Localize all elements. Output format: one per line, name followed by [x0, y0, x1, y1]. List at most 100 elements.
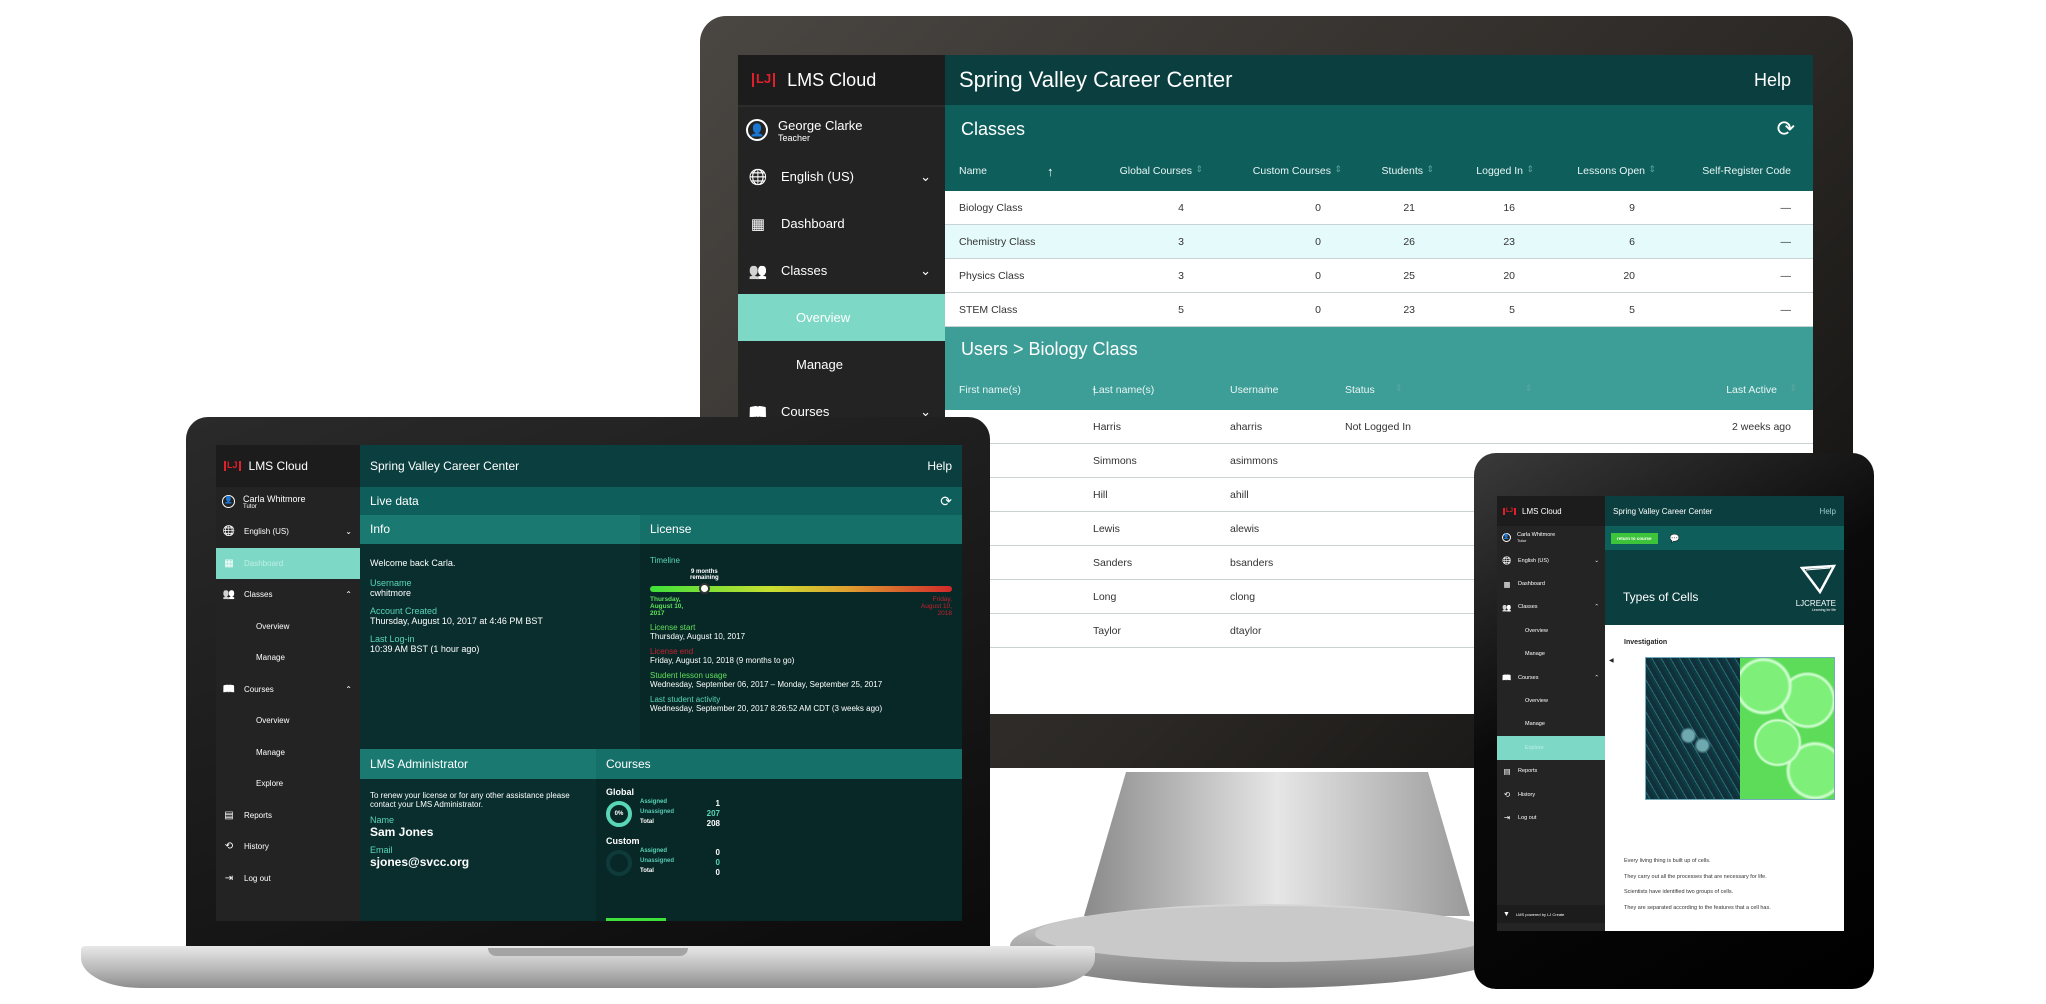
- chevron-up-icon[interactable]: ⌃: [1594, 675, 1599, 681]
- sidebar-item-overview[interactable]: Overview: [1497, 619, 1605, 642]
- column-header[interactable]: Lessons Open: [1577, 165, 1645, 177]
- sidebar-item-manage[interactable]: Manage: [1497, 713, 1605, 736]
- table-cell: 3: [1178, 236, 1184, 248]
- sort-icon[interactable]: ⇕: [1195, 164, 1203, 175]
- admin-email[interactable]: sjones@svcc.org: [370, 855, 586, 869]
- chevron-down-icon[interactable]: ⌄: [345, 527, 352, 536]
- user-profile[interactable]: 👤 George Clarke Teacher: [738, 105, 945, 153]
- license-field: License start Thursday, August 10, 2017: [650, 623, 952, 641]
- table-cell: STEM Class: [959, 304, 1018, 316]
- remaining-label: 9 months remaining: [690, 569, 719, 581]
- sidebar-item-reports[interactable]: ▤ Reports: [1497, 760, 1605, 783]
- sidebar-item-english-us[interactable]: 🌐 English (US) ⌄: [216, 516, 360, 548]
- sidebar-item-label: Classes: [1518, 604, 1538, 611]
- sidebar-item-label: Overview: [796, 310, 851, 325]
- sidebar-item-courses[interactable]: 📖 Courses ⌃: [216, 674, 360, 706]
- column-header[interactable]: Name: [959, 165, 987, 177]
- sort-icon[interactable]: ⇕: [1526, 164, 1534, 175]
- return-to-course-button[interactable]: return to course: [1611, 532, 1658, 544]
- chevron-up-icon[interactable]: ⌃: [1594, 604, 1599, 610]
- table-row[interactable]: Harris aharris Not Logged In 2 weeks ago: [945, 410, 1813, 444]
- sidebar-item-history[interactable]: ⟲ History: [1497, 783, 1605, 806]
- table-cell: 9: [1629, 202, 1635, 214]
- column-header[interactable]: Global Courses: [1120, 165, 1192, 177]
- sort-icon[interactable]: ⇕: [1648, 164, 1656, 175]
- sidebar-item-overview[interactable]: Overview: [216, 705, 360, 737]
- sidebar-item-overview[interactable]: Overview: [738, 294, 945, 341]
- column-header[interactable]: Custom Courses: [1253, 165, 1331, 177]
- table-row[interactable]: Biology Class 4 0 21 16 9 —: [945, 191, 1813, 225]
- sidebar-item-classes[interactable]: 👥 Classes ⌃: [216, 579, 360, 611]
- sidebar-item-label: Dashboard: [781, 216, 845, 231]
- paragraph: Every living thing is built up of cells.: [1624, 858, 1711, 864]
- sidebar-item-manage[interactable]: Manage: [216, 737, 360, 769]
- sidebar-item-english-us[interactable]: 🌐 English (US) ⌄: [738, 153, 945, 200]
- chevron-down-icon[interactable]: ⌄: [920, 169, 931, 185]
- sort-icon[interactable]: ⇕: [1395, 383, 1403, 394]
- refresh-icon[interactable]: ⟳: [940, 493, 952, 510]
- chevron-down-icon[interactable]: ⌄: [1594, 558, 1599, 564]
- help-link[interactable]: Help: [927, 459, 952, 473]
- column-header[interactable]: First name(s): [959, 384, 1021, 396]
- table-row[interactable]: Physics Class 3 0 25 20 20—: [945, 259, 1813, 293]
- sort-icon[interactable]: ⇕: [1525, 383, 1533, 394]
- ljcreate-logo: LJCREATE Learning for life: [1796, 564, 1837, 612]
- chat-icon[interactable]: 💬: [1670, 534, 1680, 543]
- progress-ring: [606, 849, 632, 876]
- sidebar-item-english-us[interactable]: 🌐 English (US) ⌄: [1497, 549, 1605, 572]
- sidebar-item-label: Manage: [796, 357, 843, 372]
- sidebar-item-classes[interactable]: 👥 Classes ⌃: [1497, 596, 1605, 619]
- user-profile[interactable]: 👤 Carla Whitmore Tutor: [1497, 526, 1605, 549]
- audio-icon[interactable]: ◀: [1609, 657, 1614, 664]
- sidebar-item-label: Classes: [244, 590, 273, 600]
- field-label: License start: [650, 623, 696, 632]
- column-header[interactable]: Self-Register Code: [1702, 165, 1791, 177]
- table-cell: 0: [1315, 236, 1321, 248]
- help-link[interactable]: Help: [1754, 70, 1791, 91]
- sidebar-item-reports[interactable]: ▤ Reports: [216, 800, 360, 832]
- book-icon: 📖: [222, 683, 236, 695]
- refresh-icon[interactable]: ⟳: [1777, 116, 1795, 142]
- sort-icon[interactable]: ⇕: [1789, 383, 1797, 394]
- column-header[interactable]: Status: [1345, 384, 1375, 396]
- table-cell: Taylor: [1093, 625, 1122, 637]
- sort-icon[interactable]: ⇕: [1334, 164, 1342, 175]
- column-header[interactable]: Last Active: [1726, 384, 1777, 396]
- help-link[interactable]: Help: [1820, 507, 1836, 516]
- table-row[interactable]: Chemistry Class 3 0 26 23 6 —: [945, 225, 1813, 259]
- column-header[interactable]: Logged In: [1476, 165, 1523, 177]
- user-profile[interactable]: 👤 Carla Whitmore Tutor: [216, 487, 360, 516]
- email-label: Email: [370, 845, 393, 855]
- sidebar-item-manage[interactable]: Manage: [738, 341, 945, 388]
- sidebar-item-overview[interactable]: Overview: [1497, 689, 1605, 712]
- chevron-down-icon[interactable]: ⌄: [920, 263, 931, 279]
- column-header[interactable]: Last name(s): [1093, 384, 1154, 396]
- sidebar-item-dashboard[interactable]: ▦ Dashboard: [738, 200, 945, 247]
- table-cell: Physics Class: [959, 270, 1025, 282]
- sidebar-item-dashboard[interactable]: ▦ Dashboard: [216, 547, 360, 579]
- sort-ascending-icon[interactable]: ↑: [1047, 164, 1054, 179]
- table-cell: 23: [1403, 304, 1415, 316]
- book-icon: 📖: [1502, 673, 1512, 683]
- sidebar-item-classes[interactable]: 👥 Classes ⌄: [738, 247, 945, 294]
- sidebar-item-dashboard[interactable]: ▦ Dashboard: [1497, 572, 1605, 595]
- sidebar-item-explore[interactable]: Explore: [1497, 736, 1605, 760]
- sidebar-item-explore[interactable]: Explore: [216, 768, 360, 800]
- column-header[interactable]: Students: [1382, 165, 1423, 177]
- chevron-up-icon[interactable]: ⌃: [345, 590, 352, 599]
- field-value: Friday, August 10, 2018 (9 months to go): [650, 656, 795, 665]
- column-header[interactable]: Username: [1230, 384, 1278, 396]
- sidebar-item-manage[interactable]: Manage: [216, 642, 360, 674]
- users-icon: 👥: [748, 262, 768, 280]
- sidebar-item-overview[interactable]: Overview: [216, 611, 360, 643]
- sidebar-item-log-out[interactable]: ⇥ Log out: [216, 863, 360, 895]
- table-row[interactable]: STEM Class 5 0 23 5 5 —: [945, 293, 1813, 327]
- chevron-up-icon[interactable]: ⌃: [345, 685, 352, 694]
- sidebar-item-log-out[interactable]: ⇥ Log out: [1497, 806, 1605, 829]
- license-panel: License Timeline 9 months remaining Thur…: [640, 515, 962, 749]
- sidebar-item-history[interactable]: ⟲ History: [216, 831, 360, 863]
- sidebar-item-courses[interactable]: 📖 Courses ⌃: [1497, 666, 1605, 689]
- sort-icon[interactable]: ⇕: [1426, 164, 1434, 175]
- sidebar-item-manage[interactable]: Manage: [1497, 643, 1605, 666]
- laptop-notch: [488, 948, 688, 956]
